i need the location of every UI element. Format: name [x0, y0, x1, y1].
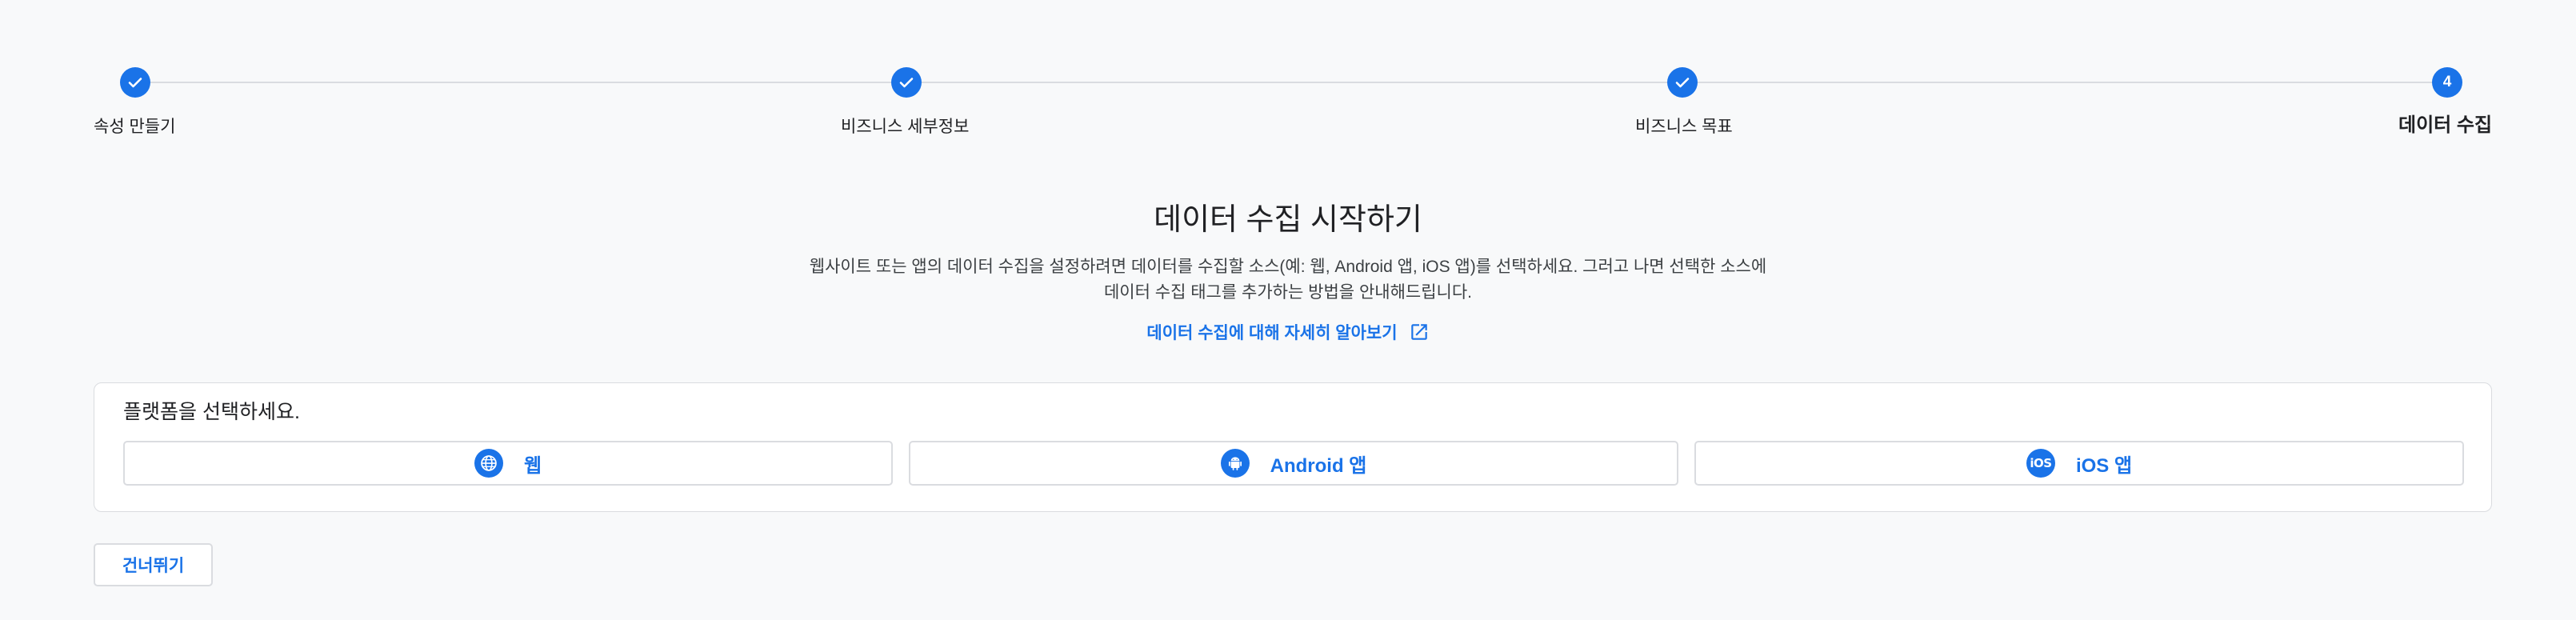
step-3-completed-indicator[interactable]: [1667, 67, 1698, 98]
step-connector: [150, 82, 891, 83]
platform-android-label: Android 앱: [1270, 454, 1367, 477]
platform-ios-label: iOS 앱: [2075, 454, 2133, 477]
data-collection-page: 속성 만들기 비즈니스 세부정보 비즈니스 목표 4 데이터 수집 데이터 수집…: [0, 0, 2576, 620]
step-1-label: 속성 만들기: [94, 118, 176, 136]
step-4-current-indicator: 4: [2432, 67, 2462, 98]
page-description: 웹사이트 또는 앱의 데이터 수집을 설정하려면 데이터를 수집할 소스(예: …: [809, 258, 1767, 302]
platform-web-button[interactable]: 웹: [123, 441, 893, 486]
android-icon: [1220, 449, 1250, 478]
platform-ios-button[interactable]: iOS iOS 앱: [1694, 441, 2464, 486]
step-2-completed-indicator[interactable]: [891, 67, 922, 98]
step-4-label: 데이터 수집: [2398, 114, 2493, 136]
ios-icon: iOS: [2026, 449, 2055, 478]
platform-android-button[interactable]: Android 앱: [909, 441, 1678, 486]
step-3-label: 비즈니스 목표: [1635, 118, 1733, 136]
learn-more-link[interactable]: 데이터 수집에 대해 자세히 알아보기: [1146, 320, 1397, 344]
setup-stepper: 속성 만들기 비즈니스 세부정보 비즈니스 목표 4 데이터 수집: [0, 0, 2576, 160]
step-connector: [922, 82, 1667, 83]
open-in-new-icon[interactable]: [1409, 322, 1430, 342]
platform-web-label: 웹: [523, 454, 542, 477]
skip-button[interactable]: 건너뛰기: [94, 543, 213, 586]
globe-icon: [474, 449, 503, 478]
platform-selection-card: 플랫폼을 선택하세요. 웹 Android 앱 iOS iOS 앱: [94, 382, 2492, 512]
page-title: 데이터 수집 시작하기: [1154, 203, 1422, 237]
step-connector: [1698, 82, 2432, 83]
check-icon: [1675, 78, 1690, 88]
step-number: 4: [2442, 74, 2452, 90]
learn-more-row: 데이터 수집에 대해 자세히 알아보기: [0, 320, 2576, 344]
check-icon: [128, 78, 142, 88]
step-2-label: 비즈니스 세부정보: [841, 118, 970, 136]
platform-heading: 플랫폼을 선택하세요.: [123, 401, 300, 423]
check-icon: [899, 78, 914, 88]
step-1-completed-indicator[interactable]: [120, 67, 150, 98]
